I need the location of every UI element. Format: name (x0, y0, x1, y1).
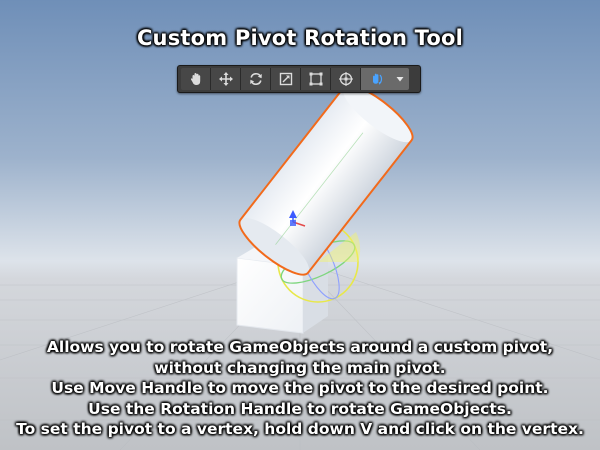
description-text: Allows you to rotate GameObjects around … (0, 337, 600, 440)
move-tool-button[interactable] (211, 68, 241, 90)
custom-pivot-icon (373, 73, 383, 85)
description-line: Use the Rotation Handle to rotate GameOb… (88, 399, 512, 418)
hand-tool-button[interactable] (181, 68, 211, 90)
hand-icon (190, 73, 200, 85)
rotate-icon (249, 72, 262, 86)
tool-dropdown-button[interactable] (391, 68, 409, 90)
description-line: Allows you to rotate GameObjects around … (46, 338, 554, 356)
rect-icon (309, 72, 322, 86)
description-line: without changing the main pivot. (154, 358, 446, 377)
description-line: Use Move Handle to move the pivot to the… (51, 379, 549, 397)
description-line: To set the pivot to a vertex, hold down … (16, 420, 584, 438)
transform-icon (338, 72, 353, 86)
page-title: Custom Pivot Rotation Tool (136, 26, 464, 50)
scale-tool-button[interactable] (271, 68, 301, 90)
transform-tool-button[interactable] (331, 68, 361, 90)
chevron-down-icon (396, 77, 404, 82)
scale-icon (279, 72, 292, 86)
tools-toolbar (177, 65, 421, 93)
rotate-tool-button[interactable] (241, 68, 271, 90)
move-icon (218, 72, 233, 86)
custom-pivot-tool-button[interactable] (361, 68, 391, 90)
rect-tool-button[interactable] (301, 68, 331, 90)
